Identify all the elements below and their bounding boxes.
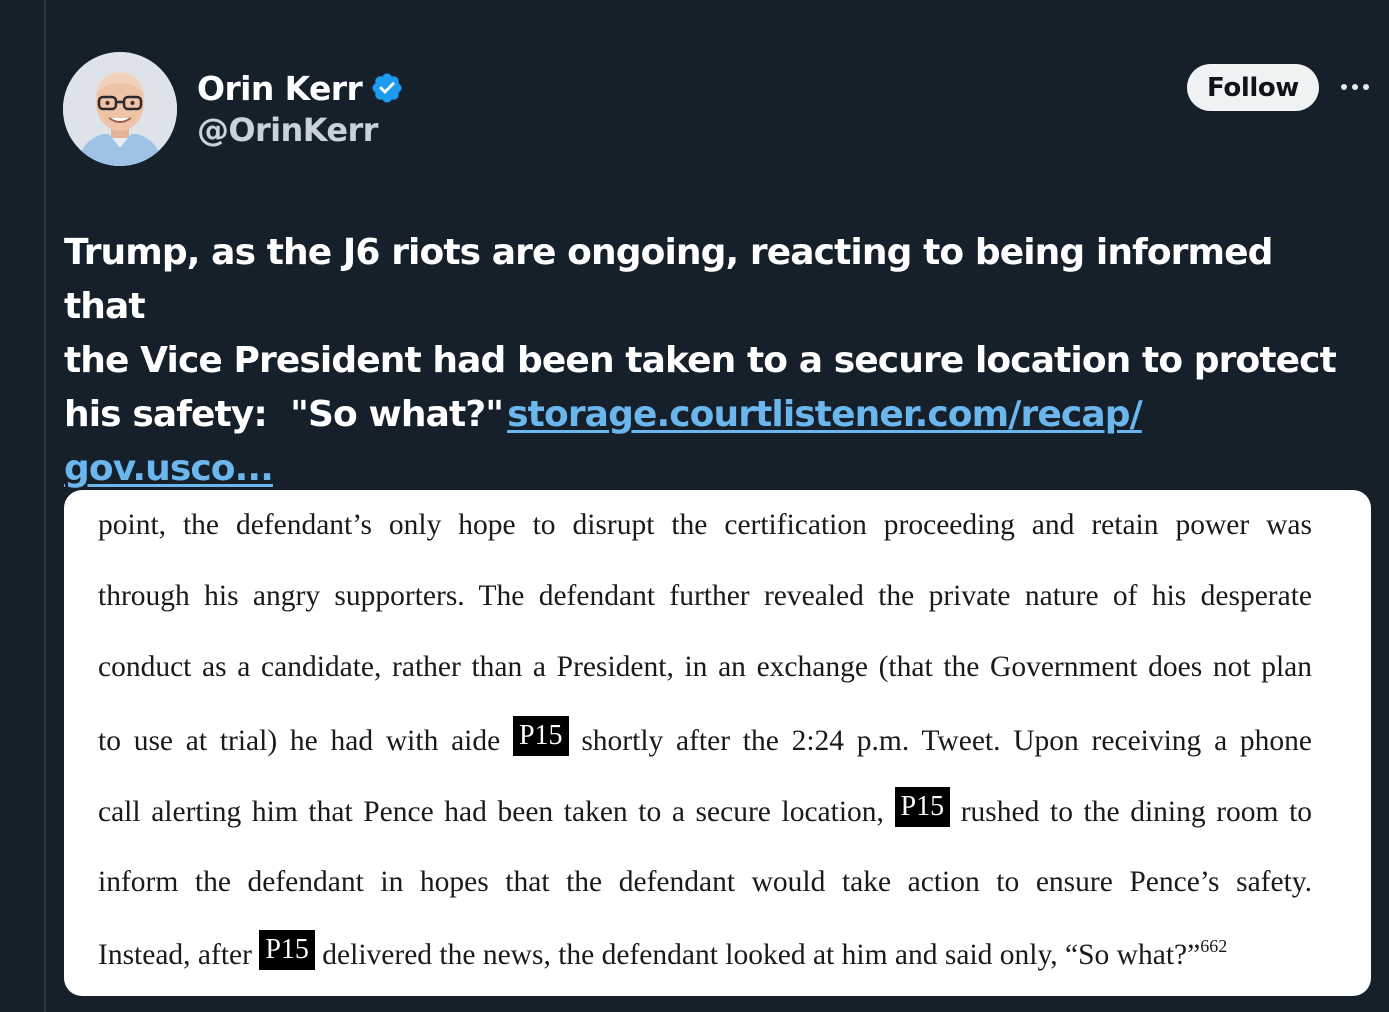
document-text: rushed to the dining room to	[960, 796, 1313, 828]
redaction-box: P15	[512, 716, 569, 756]
document-line: Instead, after P15 delivered the news, t…	[98, 930, 1312, 976]
document-line: through his angry supporters. The defend…	[98, 580, 1312, 612]
avatar-photo	[63, 52, 177, 166]
tweet-link-continued[interactable]: gov.usco...	[64, 448, 274, 489]
document-image-card[interactable]: point, the defendant’s only hope to disr…	[64, 490, 1371, 996]
tweet-link[interactable]: storage.courtlistener.com/recap/	[507, 394, 1143, 435]
follow-button[interactable]: Follow	[1187, 64, 1319, 111]
redaction-box: P15	[259, 930, 315, 970]
verified-badge-icon[interactable]	[370, 71, 404, 105]
footnote-reference: 662	[1200, 936, 1228, 956]
document-text: call alerting him that Pence had been ta…	[98, 796, 884, 828]
tweet-text-line-2: the Vice President had been taken to a s…	[64, 340, 1337, 381]
document-text: Instead, after	[98, 939, 252, 971]
document-line: conduct as a candidate, rather than a Pr…	[98, 651, 1312, 683]
author-display-name[interactable]: Orin Kerr	[197, 69, 363, 108]
redaction-box: P15	[894, 787, 951, 827]
document-line: inform the defendant in hopes that the d…	[98, 866, 1312, 898]
author-handle[interactable]: @OrinKerr	[197, 111, 378, 149]
document-text: shortly after the 2:24 p.m. Tweet. Upon …	[581, 725, 1313, 757]
left-column-divider	[44, 0, 46, 1012]
tweet-text-line-3: his safety: "So what?"	[64, 394, 504, 435]
avatar[interactable]	[63, 52, 177, 166]
tweet-text: Trump, as the J6 riots are ongoing, reac…	[64, 226, 1364, 496]
author-name-row: Orin Kerr	[197, 66, 404, 110]
document-line: to use at trial) he had with aide P15 sh…	[98, 716, 1313, 762]
document-line: call alerting him that Pence had been ta…	[98, 787, 1313, 833]
document-line: point, the defendant’s only hope to disr…	[98, 509, 1312, 541]
document-text: delivered the news, the defendant looked…	[322, 939, 1201, 971]
more-options-icon[interactable]	[1338, 74, 1372, 100]
tweet-text-line-1: Trump, as the J6 riots are ongoing, reac…	[64, 232, 1273, 327]
document-text: to use at trial) he had with aide	[98, 725, 501, 757]
